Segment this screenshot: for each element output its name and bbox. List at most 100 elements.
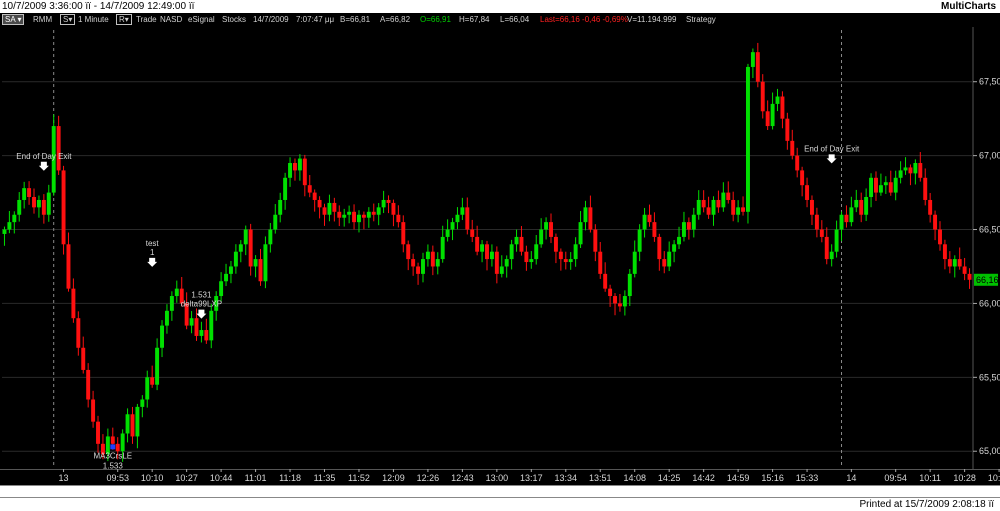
- candle-body: [731, 199, 736, 215]
- candle-body: [61, 170, 66, 245]
- candle-body: [908, 167, 913, 174]
- candle-body: [357, 214, 361, 223]
- candle-body: [947, 259, 952, 267]
- x-tick-label: 14:59: [727, 473, 750, 483]
- x-tick-label: 11:52: [348, 473, 370, 483]
- candle-body: [765, 111, 770, 127]
- x-tick-label: 11:35: [314, 473, 336, 483]
- candle-body: [494, 251, 499, 274]
- x-tick-label: 15:33: [796, 473, 819, 483]
- x-tick-label: 10:27: [175, 473, 198, 483]
- x-tick-label: 10:45: [988, 473, 1000, 483]
- candle-body: [322, 207, 327, 215]
- candle-body: [686, 222, 691, 230]
- candle-body: [553, 236, 558, 252]
- candle-body: [578, 222, 583, 245]
- x-tick-label: 11:18: [279, 473, 301, 483]
- candle-body: [558, 251, 563, 260]
- candle-body: [681, 222, 686, 237]
- x-tick-label: 13:51: [589, 473, 612, 483]
- candle-body: [810, 199, 814, 215]
- x-tick-label: 12:26: [417, 473, 440, 483]
- candle-body: [302, 158, 307, 186]
- x-tick-label: 13:34: [555, 473, 578, 483]
- signal-label: delta99LXP: [181, 300, 222, 309]
- candle-body: [293, 163, 297, 171]
- candle-body: [814, 214, 819, 230]
- candle-body: [224, 273, 229, 282]
- candle-body: [278, 199, 283, 215]
- candle-body: [706, 207, 711, 215]
- y-tick-label: 66,00: [979, 298, 1000, 308]
- candle-body: [288, 163, 293, 178]
- candle-body: [416, 266, 421, 274]
- candle-body: [22, 188, 27, 200]
- candle-body: [622, 296, 627, 307]
- exit-arrow-icon: [38, 161, 49, 171]
- candle-body: [544, 222, 549, 230]
- candle-body: [588, 207, 593, 230]
- x-tick-label: 09:53: [106, 473, 129, 483]
- candle-body: [455, 214, 460, 223]
- candle-body: [248, 229, 253, 267]
- candle-body: [893, 177, 898, 193]
- candle-body: [371, 211, 376, 215]
- candle-body: [342, 214, 347, 218]
- candle-body: [800, 170, 805, 186]
- candle-body: [317, 199, 322, 208]
- candle-body: [933, 214, 938, 230]
- x-tick-label: 14:42: [692, 473, 715, 483]
- candle-body: [613, 296, 617, 304]
- candle-body: [12, 214, 17, 223]
- candle-body: [869, 177, 874, 198]
- candle-body: [755, 52, 760, 82]
- exit-arrow-icon: [196, 309, 207, 319]
- candle-body: [233, 251, 238, 267]
- candle-body: [470, 229, 475, 237]
- candle-body: [145, 377, 150, 400]
- candle-body: [829, 251, 834, 260]
- candle-body: [701, 199, 706, 208]
- candle-body: [583, 207, 588, 223]
- x-tick-label: 12:43: [451, 473, 474, 483]
- candle-body: [514, 236, 519, 245]
- candle-body: [160, 325, 164, 348]
- x-tick-label: 09:54: [884, 473, 907, 483]
- candle-body: [253, 259, 258, 267]
- x-tick-label: 10:11: [919, 473, 941, 483]
- candle-body: [790, 140, 795, 156]
- candle-body: [568, 259, 573, 263]
- exit-arrow-icon: [147, 257, 158, 267]
- candle-body: [297, 158, 302, 171]
- price-chart: 65,00 65,50 66,00 66,50 67,00 67,50 66,16 13 09:…: [2, 27, 1000, 483]
- candle-body: [125, 414, 130, 434]
- candle-body: [637, 229, 642, 252]
- candle-body: [849, 207, 854, 223]
- candle-body: [741, 207, 746, 212]
- candle-body: [268, 229, 273, 245]
- candle-body: [110, 436, 115, 444]
- candle-body: [534, 244, 539, 260]
- candle-body: [164, 310, 169, 326]
- candle-body: [499, 266, 504, 274]
- candle-body: [736, 207, 741, 215]
- candle-body: [962, 266, 967, 274]
- candle-body: [27, 188, 32, 198]
- printed-timestamp: Printed at 15/7/2009 2:08:18 ïï: [859, 499, 994, 510]
- status-bar: Printed at 15/7/2009 2:08:18 ïï: [0, 497, 1000, 511]
- bottom-panel: [0, 485, 1000, 497]
- candle-body: [903, 167, 908, 171]
- candle-body: [396, 214, 401, 223]
- candle-body: [667, 251, 672, 267]
- candle-body: [938, 229, 942, 245]
- candle-body: [273, 214, 278, 230]
- signal-label: test: [146, 239, 160, 248]
- candle-body: [204, 330, 209, 341]
- candle-body: [381, 199, 386, 208]
- candle-body: [785, 118, 790, 141]
- candle-body: [228, 266, 233, 274]
- candle-body: [485, 244, 489, 260]
- candle-body: [465, 207, 470, 230]
- x-tick-label: 13: [59, 473, 69, 483]
- candle-body: [716, 199, 721, 208]
